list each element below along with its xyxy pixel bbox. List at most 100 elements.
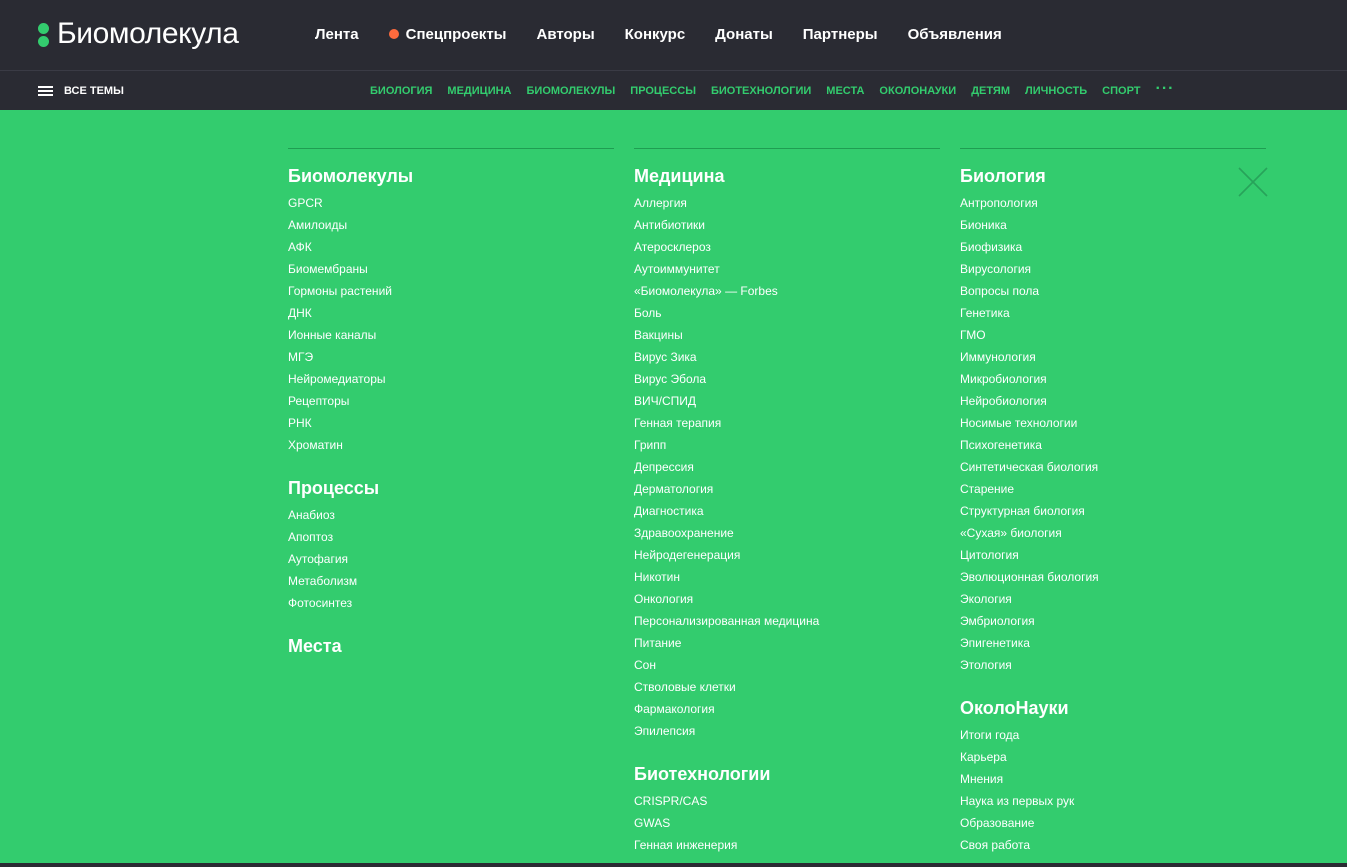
menu-link[interactable]: Бионика <box>960 214 1266 236</box>
menu-link[interactable]: Сон <box>634 654 940 676</box>
menu-link[interactable]: Своя работа <box>960 834 1266 856</box>
menu-link[interactable]: Карьера <box>960 746 1266 768</box>
menu-link[interactable]: Персонализированная медицина <box>634 610 940 632</box>
menu-link[interactable]: Генная инженерия <box>634 834 940 856</box>
menu-link[interactable]: Микробиология <box>960 368 1266 390</box>
nav-item[interactable]: Лента <box>315 26 359 43</box>
menu-link[interactable]: «Биомолекула» — Forbes <box>634 280 940 302</box>
menu-link[interactable]: Апоптоз <box>288 526 614 548</box>
menu-link[interactable]: Аутофагия <box>288 548 614 570</box>
menu-link[interactable]: Иммунология <box>960 346 1266 368</box>
menu-link[interactable]: Нейромедиаторы <box>288 368 614 390</box>
menu-link[interactable]: Гормоны растений <box>288 280 614 302</box>
menu-link[interactable]: Носимые технологии <box>960 412 1266 434</box>
menu-link[interactable]: Вирус Зика <box>634 346 940 368</box>
menu-link[interactable]: ДНК <box>288 302 614 324</box>
menu-link[interactable]: Эпилепсия <box>634 720 940 742</box>
menu-link[interactable]: Биомембраны <box>288 258 614 280</box>
menu-link[interactable]: РНК <box>288 412 614 434</box>
nav-item[interactable]: Донаты <box>715 26 773 43</box>
menu-link[interactable]: Эпигенетика <box>960 632 1266 654</box>
menu-link[interactable]: Ионные каналы <box>288 324 614 346</box>
topic-link[interactable]: МЕСТА <box>826 85 864 97</box>
menu-link[interactable]: ГМО <box>960 324 1266 346</box>
menu-link[interactable]: Экология <box>960 588 1266 610</box>
menu-link[interactable]: Фармакология <box>634 698 940 720</box>
section-title[interactable]: ОколоНауки <box>960 698 1266 718</box>
topic-link[interactable]: МЕДИЦИНА <box>447 85 511 97</box>
menu-link[interactable]: Фотосинтез <box>288 592 614 614</box>
menu-link[interactable]: Нейробиология <box>960 390 1266 412</box>
topic-link[interactable]: ЛИЧНОСТЬ <box>1025 85 1087 97</box>
topic-link[interactable]: БИОЛОГИЯ <box>370 85 432 97</box>
menu-link[interactable]: Онкология <box>634 588 940 610</box>
menu-link[interactable]: Синтетическая биология <box>960 456 1266 478</box>
menu-link[interactable]: Аллергия <box>634 192 940 214</box>
menu-link[interactable]: Генетика <box>960 302 1266 324</box>
section-title[interactable]: Места <box>288 636 614 656</box>
menu-link[interactable]: Диагностика <box>634 500 940 522</box>
section-title[interactable]: Медицина <box>634 166 940 186</box>
nav-item[interactable]: Объявления <box>908 26 1002 43</box>
topic-link[interactable]: СПОРТ <box>1102 85 1140 97</box>
menu-link[interactable]: Наука из первых рук <box>960 790 1266 812</box>
menu-link[interactable]: Антибиотики <box>634 214 940 236</box>
menu-link[interactable]: Вирус Эбола <box>634 368 940 390</box>
menu-link[interactable]: Вирусология <box>960 258 1266 280</box>
menu-link[interactable]: GWAS <box>634 812 940 834</box>
topic-link[interactable]: ДЕТЯМ <box>971 85 1010 97</box>
menu-link[interactable]: Атеросклероз <box>634 236 940 258</box>
menu-link[interactable]: Рецепторы <box>288 390 614 412</box>
menu-link[interactable]: Аутоиммунитет <box>634 258 940 280</box>
menu-link[interactable]: Цитология <box>960 544 1266 566</box>
menu-link[interactable]: Метаболизм <box>288 570 614 592</box>
menu-link[interactable]: Дерматология <box>634 478 940 500</box>
menu-link[interactable]: «Сухая» биология <box>960 522 1266 544</box>
menu-link[interactable]: Вакцины <box>634 324 940 346</box>
menu-link[interactable]: Хроматин <box>288 434 614 456</box>
menu-link[interactable]: Боль <box>634 302 940 324</box>
topic-link[interactable]: ПРОЦЕССЫ <box>630 85 696 97</box>
all-topics-button[interactable]: ВСЕ ТЕМЫ <box>38 71 124 111</box>
menu-link[interactable]: Нейродегенерация <box>634 544 940 566</box>
menu-link[interactable]: Биофизика <box>960 236 1266 258</box>
menu-link[interactable]: Грипп <box>634 434 940 456</box>
menu-link[interactable]: Депрессия <box>634 456 940 478</box>
menu-link[interactable]: Этология <box>960 654 1266 676</box>
menu-link[interactable]: Вопросы пола <box>960 280 1266 302</box>
section-title[interactable]: Биология <box>960 166 1266 186</box>
close-menu-button[interactable] <box>1238 167 1268 197</box>
nav-item[interactable]: Спецпроекты <box>388 26 506 43</box>
nav-item[interactable]: Партнеры <box>803 26 878 43</box>
menu-link[interactable]: Анабиоз <box>288 504 614 526</box>
menu-link[interactable]: Итоги года <box>960 724 1266 746</box>
menu-link[interactable]: АФК <box>288 236 614 258</box>
menu-link[interactable]: ВИЧ/СПИД <box>634 390 940 412</box>
menu-link[interactable]: Генная терапия <box>634 412 940 434</box>
nav-item[interactable]: Конкурс <box>625 26 686 43</box>
more-dots-icon[interactable]: ··· <box>1156 81 1175 97</box>
menu-link[interactable]: GPCR <box>288 192 614 214</box>
menu-link[interactable]: Старение <box>960 478 1266 500</box>
menu-link[interactable]: Эмбриология <box>960 610 1266 632</box>
menu-link[interactable]: Эволюционная биология <box>960 566 1266 588</box>
topic-link[interactable]: БИОТЕХНОЛОГИИ <box>711 85 811 97</box>
menu-link[interactable]: Образование <box>960 812 1266 834</box>
menu-link[interactable]: Психогенетика <box>960 434 1266 456</box>
nav-item[interactable]: Авторы <box>536 26 594 43</box>
menu-link[interactable]: Антропология <box>960 192 1266 214</box>
menu-link[interactable]: Мнения <box>960 768 1266 790</box>
topic-link[interactable]: ОКОЛОНАУКИ <box>879 85 956 97</box>
section-title[interactable]: Процессы <box>288 478 614 498</box>
menu-link[interactable]: CRISPR/CAS <box>634 790 940 812</box>
menu-link[interactable]: Здравоохранение <box>634 522 940 544</box>
section-title[interactable]: Биотехнологии <box>634 764 940 784</box>
menu-link[interactable]: Амилоиды <box>288 214 614 236</box>
site-logo[interactable]: Биомолекула <box>37 14 239 54</box>
menu-link[interactable]: МГЭ <box>288 346 614 368</box>
menu-link[interactable]: Стволовые клетки <box>634 676 940 698</box>
menu-link[interactable]: Никотин <box>634 566 940 588</box>
menu-link[interactable]: Структурная биология <box>960 500 1266 522</box>
topic-link[interactable]: БИОМОЛЕКУЛЫ <box>527 85 616 97</box>
section-title[interactable]: Биомолекулы <box>288 166 614 186</box>
